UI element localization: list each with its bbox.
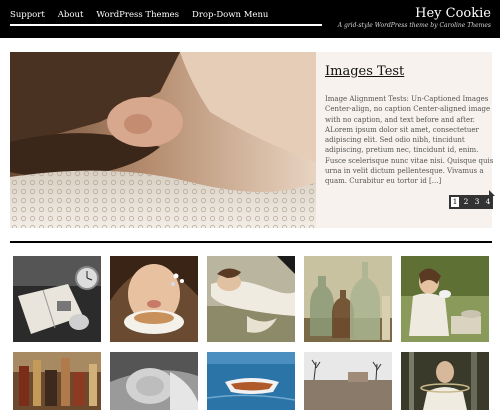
slide-pager-1[interactable]: 1 [451,197,459,207]
site-tagline: A grid-style WordPress theme by Caroline… [337,22,491,29]
thumb-bottles-table[interactable] [13,352,101,410]
main-nav: Support About WordPress Themes Drop-Down… [10,10,268,24]
thumb-woman-tea[interactable] [110,256,198,342]
feature-excerpt: Image Alignment Tests: Un-Captioned Imag… [325,95,494,186]
thumb-sleeping-child[interactable] [110,352,198,410]
thumb-book-clock[interactable] [13,256,101,342]
thumb-woman-grass[interactable] [207,256,295,342]
site-header: Support About WordPress Themes Drop-Down… [0,0,500,38]
nav-about[interactable]: About [58,10,84,24]
nav-support[interactable]: Support [10,10,45,24]
thumb-woman-teacup[interactable] [401,256,489,342]
featured-image[interactable] [10,52,316,228]
slide-pager-4[interactable]: 4 [484,197,492,207]
thumb-winter-field[interactable] [304,352,392,410]
feature-title[interactable]: Images Test [325,64,404,79]
site-title[interactable]: Hey Cookie [415,6,491,21]
featured-slider: Images Test Image Alignment Tests: Un-Ca… [10,52,493,228]
thumb-rowboat[interactable] [207,352,295,410]
nav-drop-down-menu[interactable]: Drop-Down Menu [192,10,268,24]
thumb-glass-bottles[interactable] [304,256,392,342]
slide-pager-2[interactable]: 2 [462,197,470,207]
section-divider [10,241,492,243]
slide-pager-3[interactable]: 3 [473,197,481,207]
nav-wordpress-themes[interactable]: WordPress Themes [96,10,179,24]
slide-pager: 1 2 3 4 [449,195,493,209]
nav-underline [10,24,322,26]
thumb-woman-forest[interactable] [401,352,489,410]
